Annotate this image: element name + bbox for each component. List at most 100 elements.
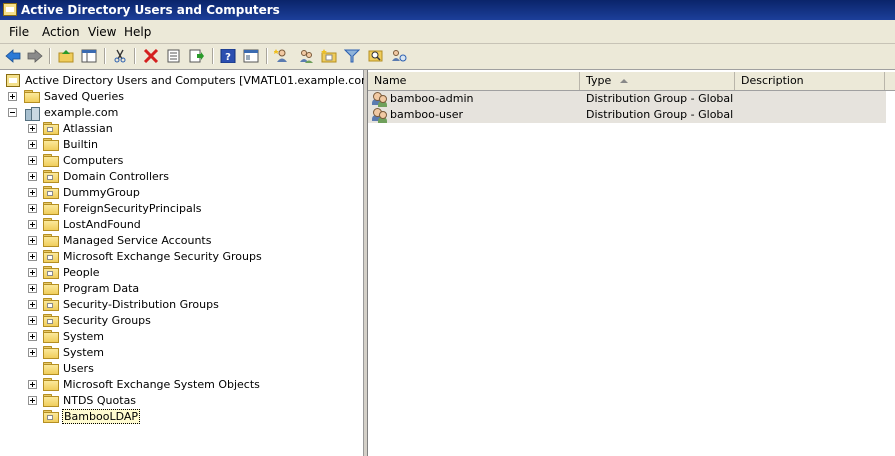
tree-item-domain[interactable]: example.com <box>0 105 364 121</box>
tree-item-label[interactable]: Program Data <box>63 282 139 295</box>
tree-item[interactable]: Security Groups <box>0 313 364 329</box>
tree-item[interactable]: LostAndFound <box>0 217 364 233</box>
expand-icon[interactable] <box>28 396 37 405</box>
tree-item[interactable]: System <box>0 329 364 345</box>
expand-icon[interactable] <box>28 188 37 197</box>
tree-item-label[interactable]: Domain Controllers <box>63 170 169 183</box>
menu-file[interactable]: File <box>9 25 29 39</box>
expand-icon[interactable] <box>28 220 37 229</box>
tree-item-label[interactable]: Security Groups <box>63 314 151 327</box>
menu-bar: File Action View Help <box>0 20 895 44</box>
column-header-description[interactable]: Description <box>735 72 885 90</box>
tree-item[interactable]: NTDS Quotas <box>0 393 364 409</box>
expand-icon[interactable] <box>28 156 37 165</box>
tree-item[interactable]: People <box>0 265 364 281</box>
tree-item-label[interactable]: Microsoft Exchange Security Groups <box>63 250 262 263</box>
delete-icon[interactable] <box>141 47 161 65</box>
tree-root-label[interactable]: Active Directory Users and Computers [VM… <box>25 74 376 87</box>
collapse-icon[interactable] <box>8 108 17 117</box>
new-ou-icon[interactable] <box>319 47 339 65</box>
tree-item-label[interactable]: Users <box>63 362 94 375</box>
toolbar: ? <box>0 44 895 70</box>
folder-icon <box>43 154 59 167</box>
tree-item[interactable]: DummyGroup <box>0 185 364 201</box>
window-title: Active Directory Users and Computers <box>21 3 280 17</box>
cut-icon[interactable] <box>110 47 130 65</box>
help-icon[interactable]: ? <box>218 47 238 65</box>
tree-item-label[interactable]: Saved Queries <box>44 90 124 103</box>
expand-icon[interactable] <box>28 284 37 293</box>
tree-item[interactable]: Atlassian <box>0 121 364 137</box>
expand-icon[interactable] <box>28 140 37 149</box>
forward-icon[interactable] <box>25 47 45 65</box>
tree-item-saved-queries[interactable]: Saved Queries <box>0 89 364 105</box>
delegate-icon[interactable] <box>389 47 409 65</box>
new-user-icon[interactable] <box>272 47 292 65</box>
console-tree[interactable]: Active Directory Users and Computers [VM… <box>0 70 376 456</box>
column-header-name[interactable]: Name <box>368 72 580 90</box>
tree-item-label[interactable]: Managed Service Accounts <box>63 234 211 247</box>
tree-root[interactable]: Active Directory Users and Computers [VM… <box>0 73 376 89</box>
tree-item-label[interactable]: Builtin <box>63 138 98 151</box>
tree-item[interactable]: System <box>0 345 364 361</box>
find-icon[interactable] <box>366 47 386 65</box>
menu-help[interactable]: Help <box>124 25 151 39</box>
expand-icon[interactable] <box>28 124 37 133</box>
menu-action[interactable]: Action <box>42 25 80 39</box>
tree-item[interactable]: Microsoft Exchange System Objects <box>0 377 364 393</box>
tree-item-label[interactable]: Security-Distribution Groups <box>63 298 219 311</box>
tree-item[interactable]: ForeignSecurityPrincipals <box>0 201 364 217</box>
expand-icon[interactable] <box>28 268 37 277</box>
tree-item[interactable]: Security-Distribution Groups <box>0 297 364 313</box>
expand-icon[interactable] <box>28 316 37 325</box>
back-icon[interactable] <box>3 47 23 65</box>
tree-item-label[interactable]: Computers <box>63 154 123 167</box>
expand-icon[interactable] <box>28 252 37 261</box>
column-header-type[interactable]: Type <box>580 72 735 90</box>
list-row[interactable]: bamboo-user Distribution Group - Global <box>368 107 886 123</box>
tree-item[interactable]: Domain Controllers <box>0 169 364 185</box>
new-group-icon[interactable] <box>296 47 316 65</box>
tree-item-label[interactable]: DummyGroup <box>63 186 140 199</box>
tree-item[interactable]: Managed Service Accounts <box>0 233 364 249</box>
tree-item-label[interactable]: BambooLDAP <box>62 409 141 424</box>
tree-item[interactable]: Program Data <box>0 281 364 297</box>
expand-icon[interactable] <box>28 236 37 245</box>
expand-icon[interactable] <box>28 332 37 341</box>
expand-icon[interactable] <box>8 92 17 101</box>
tree-item[interactable]: Computers <box>0 153 364 169</box>
console-root-icon <box>6 74 20 87</box>
tree-item-label[interactable]: System <box>63 346 104 359</box>
export-icon[interactable] <box>187 47 207 65</box>
tree-item-label[interactable]: Atlassian <box>63 122 113 135</box>
tree-item-selected[interactable]: BambooLDAP <box>0 409 364 425</box>
tree-item-label[interactable]: People <box>63 266 100 279</box>
list-row[interactable]: bamboo-admin Distribution Group - Global <box>368 91 886 107</box>
menu-view[interactable]: View <box>88 25 116 39</box>
expand-icon[interactable] <box>28 204 37 213</box>
expand-icon[interactable] <box>28 300 37 309</box>
tree-item-label[interactable]: NTDS Quotas <box>63 394 136 407</box>
filter-icon[interactable] <box>342 47 362 65</box>
column-header-label: Description <box>741 74 804 87</box>
tree-item[interactable]: Microsoft Exchange Security Groups <box>0 249 364 265</box>
folder-icon <box>43 346 59 359</box>
ou-folder-icon <box>43 266 59 279</box>
tree-item-label[interactable]: example.com <box>44 106 118 119</box>
tree-item-label[interactable]: ForeignSecurityPrincipals <box>63 202 202 215</box>
up-folder-icon[interactable] <box>56 47 76 65</box>
expand-icon[interactable] <box>28 348 37 357</box>
tree-item-label[interactable]: System <box>63 330 104 343</box>
expand-icon[interactable] <box>28 172 37 181</box>
tree-item-label[interactable]: LostAndFound <box>63 218 141 231</box>
console-icon[interactable] <box>241 47 261 65</box>
details-pane[interactable]: Name Type Description bamboo-admin Distr… <box>367 70 895 456</box>
show-tree-icon[interactable] <box>79 47 99 65</box>
cell-name: bamboo-user <box>390 108 464 121</box>
properties-icon[interactable] <box>164 47 184 65</box>
ou-folder-icon <box>43 186 59 199</box>
tree-item[interactable]: Builtin <box>0 137 364 153</box>
tree-item[interactable]: Users <box>0 361 364 377</box>
expand-icon[interactable] <box>28 380 37 389</box>
tree-item-label[interactable]: Microsoft Exchange System Objects <box>63 378 260 391</box>
